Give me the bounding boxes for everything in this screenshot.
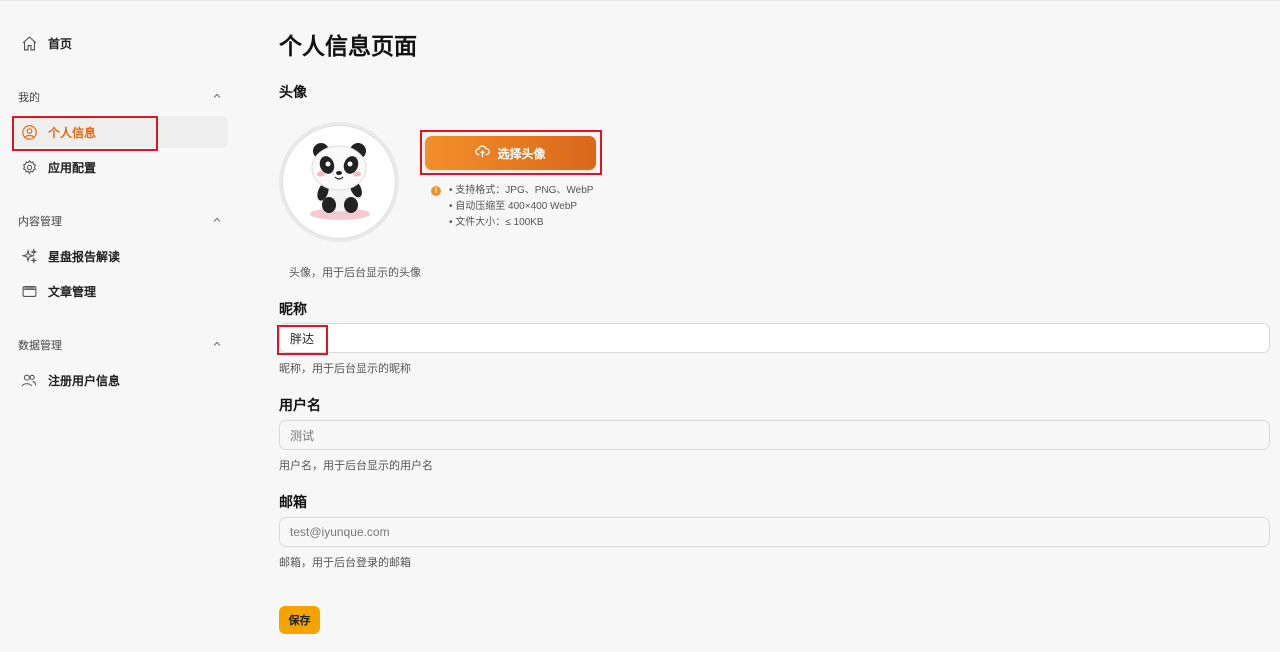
page-title: 个人信息页面 — [279, 33, 417, 59]
group-title-label: 数据管理 — [18, 340, 62, 352]
nickname-input[interactable]: 胖达 — [279, 323, 1270, 353]
email-input[interactable]: test@iyunque.com — [279, 517, 1270, 547]
avatar-helper-text: 头像，用于后台显示的头像 — [289, 267, 421, 279]
user-circle-icon — [20, 123, 38, 141]
info-icon: i — [431, 186, 441, 196]
chevron-up-icon — [212, 215, 222, 228]
sidebar-item-articles[interactable]: 文章管理 — [12, 275, 228, 307]
chevron-up-icon — [212, 91, 222, 104]
sidebar-item-label: 个人信息 — [48, 125, 97, 140]
chevron-up-icon — [212, 339, 222, 352]
sidebar-item-app-config[interactable]: 应用配置 — [12, 151, 228, 183]
username-label: 用户名 — [279, 397, 321, 413]
group-title-data[interactable]: 数据管理 — [18, 335, 222, 355]
choose-avatar-button[interactable]: 选择头像 — [425, 136, 596, 170]
group-title-content[interactable]: 内容管理 — [18, 211, 222, 231]
archive-box-icon — [20, 282, 38, 300]
avatar[interactable] — [279, 122, 399, 242]
sidebar-item-home[interactable]: 首页 — [12, 27, 228, 59]
hint-format: • 支持格式：JPG、PNG、WebP — [449, 185, 594, 196]
nickname-label: 昵称 — [279, 301, 307, 317]
nickname-value: 胖达 — [290, 331, 315, 346]
username-input[interactable]: 测试 — [279, 420, 1270, 450]
hint-size: • 文件大小：≤ 100KB — [449, 217, 544, 228]
panda-avatar-image — [310, 143, 370, 220]
group-title-mine[interactable]: 我的 — [18, 87, 222, 107]
hint-compress: • 自动压缩至 400×400 WebP — [449, 201, 578, 212]
main-content: 个人信息页面 头像 选择头像 i • 支持格式：JPG、PNG、WebP • 自… — [277, 1, 1271, 652]
email-label: 邮箱 — [279, 494, 307, 510]
sidebar-item-label: 文章管理 — [48, 284, 97, 299]
group-title-label: 内容管理 — [18, 216, 62, 228]
group-title-label: 我的 — [18, 92, 40, 104]
home-icon — [20, 34, 38, 52]
avatar-section-label: 头像 — [279, 84, 307, 100]
cloud-upload-icon — [475, 145, 491, 161]
sparkles-icon — [20, 247, 38, 265]
avatar-hints: i • 支持格式：JPG、PNG、WebP • 自动压缩至 400×400 We… — [431, 183, 593, 231]
username-helper-text: 用户名，用于后台显示的用户名 — [279, 460, 433, 472]
settings-gear-icon — [20, 158, 38, 176]
sidebar: 首页 我的 个人信息 应用配置 内容管理 星盘报告解读 文章管理 数据管理 注册… — [0, 1, 240, 652]
choose-avatar-label: 选择头像 — [497, 146, 546, 161]
sidebar-item-label: 注册用户信息 — [48, 373, 121, 388]
email-value: test@iyunque.com — [290, 525, 390, 539]
save-button[interactable]: 保存 — [279, 606, 320, 634]
sidebar-item-label: 应用配置 — [48, 160, 97, 175]
sidebar-item-label: 首页 — [48, 36, 73, 51]
sidebar-item-registered-users[interactable]: 注册用户信息 — [12, 364, 228, 396]
username-value: 测试 — [290, 428, 315, 443]
sidebar-item-label: 星盘报告解读 — [48, 249, 121, 264]
email-helper-text: 邮箱，用于后台登录的邮箱 — [279, 557, 411, 569]
users-icon — [20, 371, 38, 389]
nickname-helper-text: 昵称，用于后台显示的昵称 — [279, 363, 411, 375]
sidebar-item-profile[interactable]: 个人信息 — [12, 116, 228, 148]
sidebar-item-astrology-reports[interactable]: 星盘报告解读 — [12, 240, 228, 272]
